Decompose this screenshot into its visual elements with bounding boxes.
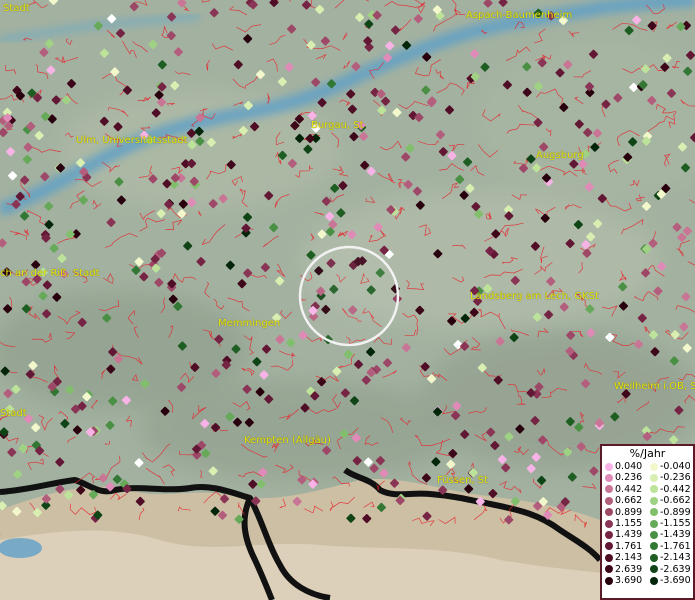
legend-swatch [605,508,613,517]
legend-row: 1.155 -1.155 [602,518,693,529]
legend-value: 0.442 [615,483,643,495]
legend-value: 0.040 [615,461,643,472]
legend-entry-negative: -0.236 [647,472,692,483]
legend-rows: 0.040 -0.040 0.236 -0.236 0.442 -0.442 0.662 -0… [602,461,693,586]
legend-entry-positive: 0.899 [602,507,647,518]
legend-row: 2.639 -2.639 [602,564,693,575]
selection-circle[interactable] [298,245,400,347]
legend-row: 0.040 -0.040 [602,461,693,472]
legend-swatch [605,485,613,494]
legend: %/Jahr 0.040 -0.040 0.236 -0.236 0.442 -0.442… [600,444,695,600]
legend-entry-positive: 3.690 [602,575,647,586]
legend-row: 2.143 -2.143 [602,552,693,563]
legend-entry-negative: -3.690 [647,575,692,586]
legend-entry-negative: -0.899 [647,507,692,518]
legend-entry-negative: -0.442 [647,484,692,495]
legend-value: 0.236 [615,472,643,484]
legend-swatch [650,553,658,562]
legend-swatch [605,474,613,483]
legend-value: 0.899 [615,506,643,518]
legend-swatch [605,576,613,585]
legend-entry-negative: -1.761 [647,541,692,552]
legend-value: 0.662 [615,495,643,507]
legend-entry-positive: 1.761 [602,541,647,552]
legend-swatch [650,485,658,494]
legend-value: -1.155 [660,517,691,529]
legend-entry-negative: -0.662 [647,495,692,506]
legend-row: 1.439 -1.439 [602,529,693,540]
legend-row: 0.899 -0.899 [602,507,693,518]
legend-value: -0.662 [660,495,691,507]
legend-entry-positive: 0.442 [602,484,647,495]
legend-value: 1.155 [615,517,643,529]
place-fussen: Füssen, St [437,475,489,486]
legend-swatch [605,553,613,562]
legend-swatch [650,542,658,551]
place-burgau: Burgau, St [311,120,364,131]
legend-value: 1.761 [615,540,643,552]
legend-swatch [605,462,613,471]
legend-value: 1.439 [615,529,643,541]
legend-swatch [650,462,658,471]
place-kempten: Kempten (Allgäu) [244,435,331,446]
legend-entry-negative: -0.040 [647,461,692,472]
legend-value: -1.439 [660,529,691,541]
legend-swatch [605,496,613,505]
legend-value: 2.639 [615,563,643,575]
legend-title: %/Jahr [629,447,666,460]
legend-value: -1.761 [660,540,691,552]
legend-entry-positive: 2.639 [602,564,647,575]
legend-entry-negative: -1.155 [647,518,692,529]
legend-row: 1.761 -1.761 [602,541,693,552]
place-landsberg: Landsberg am Lech, GKSt [470,291,599,302]
legend-row: 3.690 -3.690 [602,575,693,586]
legend-swatch [650,519,658,528]
legend-swatch [605,531,613,540]
legend-value: 3.690 [615,574,643,586]
place-riss: ch an der Riß, Stadt [0,268,100,279]
legend-row: 0.442 -0.442 [602,484,693,495]
legend-entry-positive: 1.155 [602,518,647,529]
legend-swatch [605,542,613,551]
legend-value: 2.143 [615,552,643,564]
legend-swatch [605,519,613,528]
legend-swatch [605,565,613,574]
legend-swatch [650,496,658,505]
legend-entry-negative: -2.143 [647,552,692,563]
legend-entry-positive: 1.439 [602,529,647,540]
legend-row: 0.662 -0.662 [602,495,693,506]
place-ulm: Ulm, Universitätsstadt [76,135,188,146]
legend-swatch [650,565,658,574]
legend-value: -0.899 [660,506,691,518]
legend-value: -2.143 [660,552,691,564]
legend-entry-negative: -2.639 [647,564,692,575]
legend-value: -0.236 [660,472,691,484]
place-aspach: Aspach-Baumenheim [466,10,573,21]
legend-value: -2.639 [660,563,691,575]
place-weilheim: Weilheim i.OB, St [614,381,695,392]
place-stadt-top: Stadt [3,3,30,14]
place-memmingen: Memmingen [218,318,281,329]
legend-value: -0.442 [660,483,691,495]
legend-entry-positive: 2.143 [602,552,647,563]
place-augsburg: Augsburg [536,150,584,161]
legend-swatch [650,508,658,517]
legend-swatch [650,531,658,540]
legend-value: -0.040 [660,461,691,472]
legend-value: -3.690 [660,574,691,586]
legend-swatch [650,576,658,585]
legend-entry-positive: 0.662 [602,495,647,506]
legend-row: 0.236 -0.236 [602,472,693,483]
legend-entry-positive: 0.040 [602,461,647,472]
legend-entry-negative: -1.439 [647,529,692,540]
place-stadt-left: Stadt [0,408,27,419]
legend-entry-positive: 0.236 [602,472,647,483]
legend-swatch [650,474,658,483]
